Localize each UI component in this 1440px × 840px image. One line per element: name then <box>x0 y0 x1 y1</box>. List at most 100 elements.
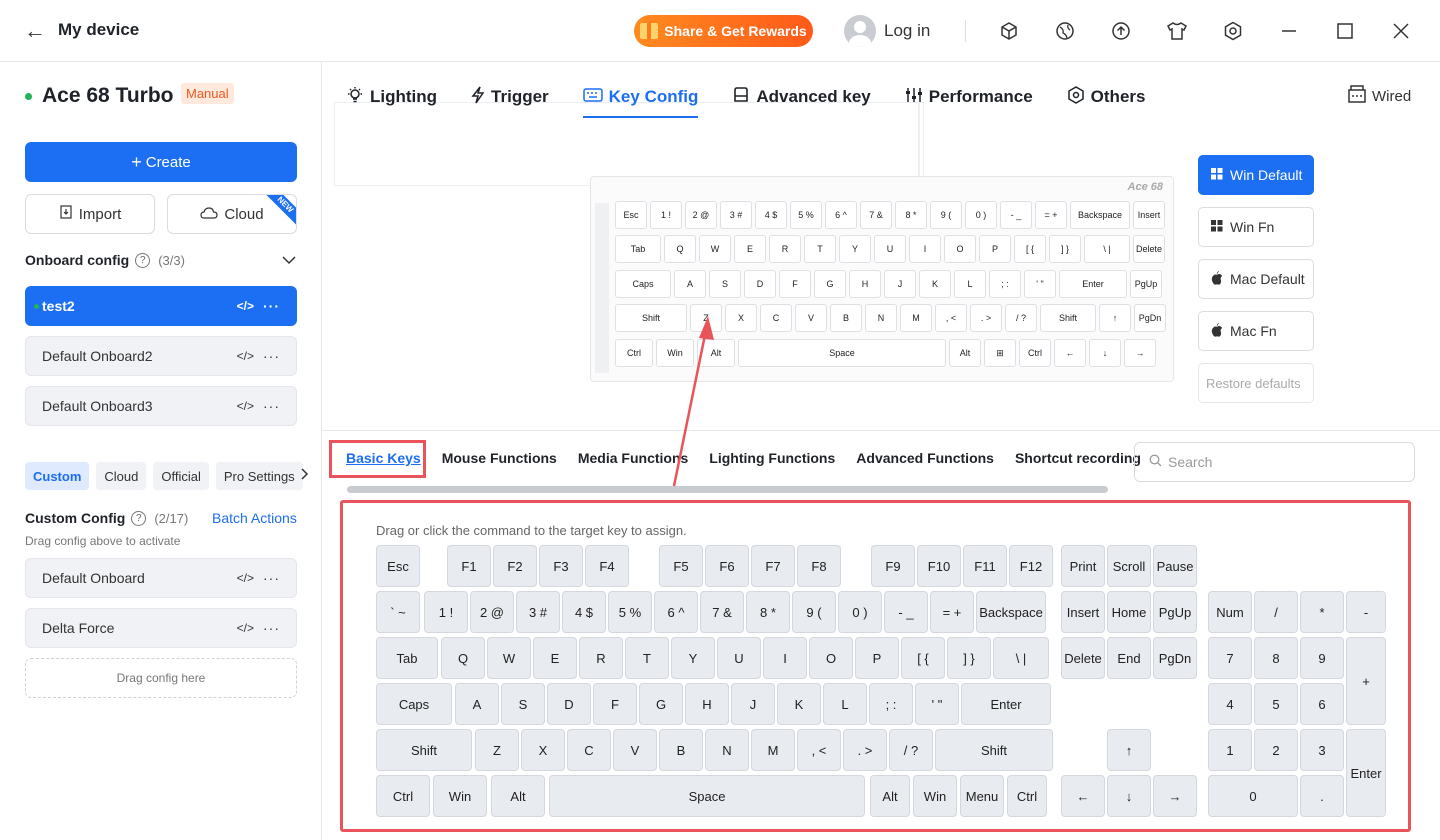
tab-key-config[interactable]: Key Config <box>582 84 698 118</box>
key-f9[interactable]: F9 <box>871 545 915 587</box>
preview-key-shift[interactable]: Shift <box>1040 304 1096 332</box>
key-f1[interactable]: F1 <box>447 545 491 587</box>
key-num[interactable]: Num <box>1208 591 1252 633</box>
key-sym[interactable]: ↓ <box>1107 775 1151 817</box>
key-scroll[interactable]: Scroll <box>1107 545 1151 587</box>
key-delete[interactable]: Delete <box>1061 637 1105 679</box>
share-rewards-button[interactable]: Share & Get Rewards <box>634 15 813 47</box>
preview-key-z[interactable]: Z <box>690 304 722 332</box>
key-win[interactable]: Win <box>913 775 957 817</box>
key-e[interactable]: E <box>533 637 577 679</box>
code-icon[interactable]: </> <box>237 299 254 313</box>
preview-key-k[interactable]: K <box>919 270 951 298</box>
create-button[interactable]: + Create <box>25 142 297 182</box>
key-1[interactable]: 1 <box>1208 729 1252 771</box>
key-sym[interactable]: / <box>1254 591 1298 633</box>
key-i[interactable]: I <box>763 637 807 679</box>
preview-key-sym[interactable]: ⊞ <box>984 339 1016 367</box>
key-5[interactable]: 5 <box>1254 683 1298 725</box>
key-esc[interactable]: Esc <box>376 545 420 587</box>
preview-key-sym[interactable]: = + <box>1035 201 1067 229</box>
key-caps[interactable]: Caps <box>376 683 452 725</box>
key-menu[interactable]: Menu <box>960 775 1004 817</box>
key-sym[interactable]: → <box>1153 775 1197 817</box>
preview-key-s[interactable]: S <box>709 270 741 298</box>
key-sym[interactable]: ` ~ <box>376 591 420 633</box>
key-7[interactable]: 7 & <box>700 591 744 633</box>
key-2[interactable]: 2 <box>1254 729 1298 771</box>
globe-icon[interactable] <box>1053 19 1077 43</box>
key-4[interactable]: 4 $ <box>562 591 606 633</box>
category-mouse-functions[interactable]: Mouse Functions <box>442 450 557 466</box>
preview-key-sym[interactable]: [ { <box>1014 235 1046 263</box>
preview-key-c[interactable]: C <box>760 304 792 332</box>
key-enter[interactable]: Enter <box>1346 729 1386 817</box>
preview-key-shift[interactable]: Shift <box>615 304 687 332</box>
more-icon[interactable]: ··· <box>263 620 280 636</box>
preview-key-esc[interactable]: Esc <box>615 201 647 229</box>
more-icon[interactable]: ··· <box>263 348 280 364</box>
key-sym[interactable]: ] } <box>947 637 991 679</box>
key-f11[interactable]: F11 <box>963 545 1007 587</box>
preview-key-d[interactable]: D <box>744 270 776 298</box>
key-f7[interactable]: F7 <box>751 545 795 587</box>
key-tab[interactable]: Tab <box>376 637 438 679</box>
preview-key-alt[interactable]: Alt <box>697 339 735 367</box>
import-button[interactable]: Import <box>25 194 155 234</box>
key-sym[interactable]: . > <box>843 729 887 771</box>
preview-key-sym[interactable]: ' " <box>1024 270 1056 298</box>
key-sym[interactable]: ↑ <box>1107 729 1151 771</box>
preview-key-sym[interactable]: ↓ <box>1089 339 1121 367</box>
category-media-functions[interactable]: Media Functions <box>578 450 688 466</box>
key-alt[interactable]: Alt <box>491 775 545 817</box>
code-icon[interactable]: </> <box>237 571 254 585</box>
preview-key-x[interactable]: X <box>725 304 757 332</box>
preview-key-q[interactable]: Q <box>664 235 696 263</box>
key-sym[interactable]: + <box>1346 637 1386 725</box>
cube-icon[interactable] <box>997 19 1021 43</box>
preview-key-9[interactable]: 9 ( <box>930 201 962 229</box>
preview-key-sym[interactable]: ] } <box>1049 235 1081 263</box>
preview-key-pgdn[interactable]: PgDn <box>1134 304 1166 332</box>
key-u[interactable]: U <box>717 637 761 679</box>
key-8[interactable]: 8 * <box>746 591 790 633</box>
preview-key-caps[interactable]: Caps <box>615 270 671 298</box>
preview-key-3[interactable]: 3 # <box>720 201 752 229</box>
chevron-right-icon[interactable] <box>301 468 309 483</box>
preview-key-j[interactable]: J <box>884 270 916 298</box>
key-ctrl[interactable]: Ctrl <box>1007 775 1047 817</box>
category-shortcut-recording[interactable]: Shortcut recording <box>1015 450 1141 466</box>
key-win[interactable]: Win <box>433 775 487 817</box>
preview-key-enter[interactable]: Enter <box>1059 270 1127 298</box>
key-pause[interactable]: Pause <box>1153 545 1197 587</box>
preview-key-ctrl[interactable]: Ctrl <box>615 339 653 367</box>
layer-win-default[interactable]: Win Default <box>1198 155 1314 195</box>
key-q[interactable]: Q <box>441 637 485 679</box>
code-icon[interactable]: </> <box>237 399 254 413</box>
key-f4[interactable]: F4 <box>585 545 629 587</box>
tshirt-icon[interactable] <box>1165 19 1189 43</box>
key-sym[interactable]: , < <box>797 729 841 771</box>
preview-key-sym[interactable]: \ | <box>1084 235 1130 263</box>
preview-key-8[interactable]: 8 * <box>895 201 927 229</box>
key-f6[interactable]: F6 <box>705 545 749 587</box>
key-end[interactable]: End <box>1107 637 1151 679</box>
key-g[interactable]: G <box>639 683 683 725</box>
preview-key-b[interactable]: B <box>830 304 862 332</box>
preview-key-sym[interactable]: ↑ <box>1099 304 1131 332</box>
preview-key-a[interactable]: A <box>674 270 706 298</box>
key-l[interactable]: L <box>823 683 867 725</box>
key-f8[interactable]: F8 <box>797 545 841 587</box>
preview-key-sym[interactable]: - _ <box>1000 201 1032 229</box>
key-9[interactable]: 9 <box>1300 637 1344 679</box>
preview-key-u[interactable]: U <box>874 235 906 263</box>
key-shift[interactable]: Shift <box>376 729 472 771</box>
key-sym[interactable]: ' " <box>915 683 959 725</box>
preview-key-w[interactable]: W <box>699 235 731 263</box>
upload-icon[interactable] <box>1109 19 1133 43</box>
help-icon[interactable]: ? <box>135 252 151 268</box>
key-c[interactable]: C <box>567 729 611 771</box>
more-icon[interactable]: ··· <box>263 398 280 414</box>
key-a[interactable]: A <box>455 683 499 725</box>
preview-key-1[interactable]: 1 ! <box>650 201 682 229</box>
